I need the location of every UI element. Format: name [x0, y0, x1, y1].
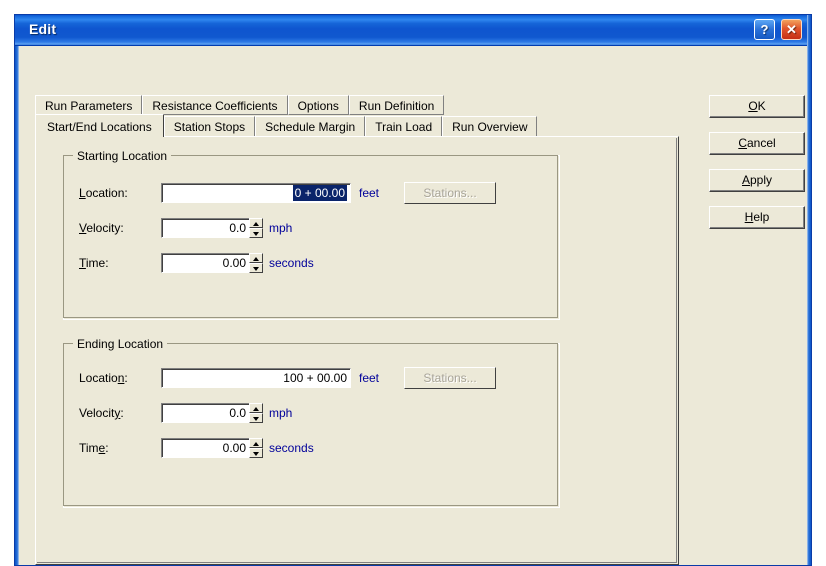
- starting-velocity-spinner[interactable]: 0.0: [161, 218, 264, 238]
- starting-location-input[interactable]: 0 + 00.00: [161, 183, 351, 203]
- close-icon-button[interactable]: ✕: [781, 19, 802, 40]
- starting-location-group: Starting Location Location: 0 + 00.00 fe…: [63, 149, 560, 320]
- starting-stations-button[interactable]: Stations...: [404, 182, 496, 204]
- ending-velocity-spin-buttons[interactable]: [249, 403, 263, 423]
- ending-location-row: Location: 100 + 00.00 feet Stations...: [79, 367, 549, 389]
- starting-location-value: 0 + 00.00: [292, 185, 347, 201]
- ending-time-spin-buttons[interactable]: [249, 438, 263, 458]
- title-bar: Edit ? ✕: [15, 15, 811, 46]
- ending-velocity-unit: mph: [269, 406, 293, 420]
- ending-location-value: 100 + 00.00: [283, 371, 347, 385]
- ending-velocity-spinner[interactable]: 0.0: [161, 403, 264, 423]
- starting-velocity-input[interactable]: 0.0: [161, 218, 250, 238]
- starting-time-spin-buttons[interactable]: [249, 253, 263, 273]
- starting-time-unit: seconds: [269, 256, 314, 270]
- ending-time-input[interactable]: 0.00: [161, 438, 250, 458]
- tab-resistance-coefficients[interactable]: Resistance Coefficients: [142, 95, 288, 115]
- ending-location-unit: feet: [359, 371, 380, 385]
- tab-run-definition[interactable]: Run Definition: [348, 95, 445, 115]
- tab-row-bottom: Start/End Locations Station Stops Schedu…: [35, 114, 538, 137]
- starting-velocity-row: Velocity: 0.0 mph: [79, 218, 549, 239]
- spin-up-icon[interactable]: [249, 438, 263, 448]
- apply-button[interactable]: Apply: [709, 169, 805, 192]
- starting-location-unit: feet: [359, 186, 380, 200]
- starting-velocity-spin-buttons[interactable]: [249, 218, 263, 238]
- spin-down-icon[interactable]: [249, 448, 263, 458]
- tab-run-overview[interactable]: Run Overview: [442, 116, 538, 136]
- ending-location-group: Ending Location Location: 100 + 00.00 fe…: [63, 337, 560, 508]
- starting-location-row: Location: 0 + 00.00 feet Stations...: [79, 182, 549, 204]
- cancel-button[interactable]: Cancel: [709, 132, 805, 155]
- tab-control: Run Parameters Resistance Coefficients O…: [35, 95, 679, 565]
- spin-up-icon[interactable]: [249, 218, 263, 228]
- tab-start-end-locations[interactable]: Start/End Locations: [35, 114, 164, 137]
- ending-time-label: Time:: [79, 441, 109, 455]
- spin-up-icon[interactable]: [249, 403, 263, 413]
- tab-train-load[interactable]: Train Load: [365, 116, 443, 136]
- ending-time-spinner[interactable]: 0.00: [161, 438, 264, 458]
- starting-location-legend: Starting Location: [73, 149, 172, 163]
- starting-time-spinner[interactable]: 0.00: [161, 253, 264, 273]
- ending-time-row: Time: 0.00 seconds: [79, 438, 549, 459]
- spin-up-icon[interactable]: [249, 253, 263, 263]
- starting-time-label: Time:: [79, 256, 109, 270]
- tab-options[interactable]: Options: [287, 95, 349, 115]
- starting-velocity-unit: mph: [269, 221, 293, 235]
- ending-location-label: Location:: [79, 371, 128, 385]
- starting-time-input[interactable]: 0.00: [161, 253, 250, 273]
- ending-velocity-row: Velocity: 0.0 mph: [79, 403, 549, 424]
- help-button[interactable]: Help: [709, 206, 805, 229]
- ending-time-unit: seconds: [269, 441, 314, 455]
- help-icon-button[interactable]: ?: [754, 19, 775, 40]
- spin-down-icon[interactable]: [249, 263, 263, 273]
- window-title: Edit: [29, 21, 57, 37]
- starting-time-row: Time: 0.00 seconds: [79, 253, 549, 274]
- ending-location-input[interactable]: 100 + 00.00: [161, 368, 351, 388]
- edit-dialog-window: Edit ? ✕ Run Parameters Resistance Coeff…: [14, 14, 812, 566]
- starting-location-label: Location:: [79, 186, 128, 200]
- starting-velocity-label: Velocity:: [79, 221, 124, 235]
- tab-row-top: Run Parameters Resistance Coefficients O…: [35, 95, 445, 116]
- dialog-body: Run Parameters Resistance Coefficients O…: [19, 46, 807, 565]
- ok-button[interactable]: OK: [709, 95, 805, 118]
- ending-velocity-label: Velocity:: [79, 406, 124, 420]
- tab-station-stops[interactable]: Station Stops: [163, 116, 256, 136]
- tab-panel-start-end-locations: Starting Location Location: 0 + 00.00 fe…: [35, 136, 679, 565]
- tab-schedule-margin[interactable]: Schedule Margin: [255, 116, 366, 136]
- spin-down-icon[interactable]: [249, 228, 263, 238]
- ending-stations-button[interactable]: Stations...: [404, 367, 496, 389]
- spin-down-icon[interactable]: [249, 413, 263, 423]
- ending-location-legend: Ending Location: [73, 337, 168, 351]
- tab-run-parameters[interactable]: Run Parameters: [35, 95, 143, 115]
- ending-velocity-input[interactable]: 0.0: [161, 403, 250, 423]
